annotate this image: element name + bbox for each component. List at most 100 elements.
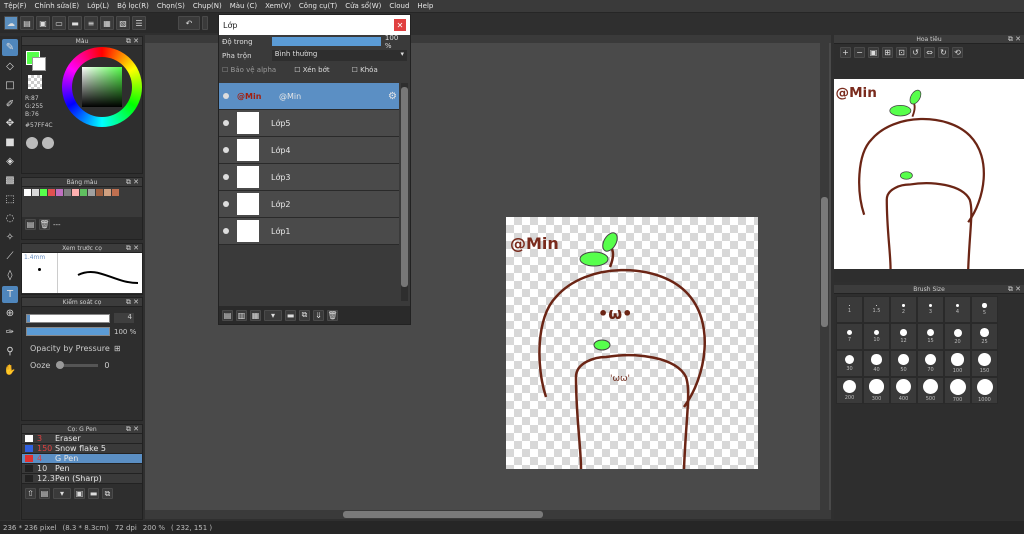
brush-size-value[interactable]: 4 (114, 313, 134, 323)
brush-list-item[interactable]: 3 Eraser (22, 434, 142, 444)
brush-size-cell[interactable]: 100 (944, 350, 971, 377)
menu-item[interactable]: Cửa sổ(W) (341, 2, 385, 10)
pen-tool-icon[interactable]: ✐ (2, 96, 18, 113)
blend-select[interactable]: Bình thường ▾ (271, 50, 407, 61)
palette-swatch[interactable] (48, 189, 55, 196)
add-color-icon[interactable]: ▤ (25, 219, 36, 230)
new-layer-icon[interactable]: ▤ (222, 309, 233, 321)
palette-swatch[interactable] (24, 189, 31, 196)
ooze-slider[interactable] (56, 361, 99, 369)
new-layer-8bit-icon[interactable]: ▥ (236, 309, 247, 321)
palette-swatch[interactable] (80, 189, 87, 196)
brush-size-cell[interactable]: 7 (836, 323, 863, 350)
redo-icon[interactable] (202, 16, 208, 30)
palette-swatch[interactable] (72, 189, 79, 196)
zoom-out-icon[interactable]: − (854, 47, 865, 58)
palette-swatch[interactable] (112, 189, 119, 196)
brush-size-cell[interactable]: 50 (890, 350, 917, 377)
lock-checkbox[interactable]: ☐ Khóa (352, 66, 378, 74)
lasso-tool-icon[interactable]: ◌ (2, 210, 18, 227)
menu-item[interactable]: Cloud (385, 2, 413, 10)
panel-close-icon[interactable]: ⧉ ✕ (126, 425, 139, 434)
brush-size-cell[interactable]: 20 (944, 323, 971, 350)
upload-icon[interactable]: ⇧ (25, 488, 36, 499)
brush-size-cell[interactable]: 3 (917, 296, 944, 323)
zoom-reset-icon[interactable]: ⊡ (896, 47, 907, 58)
palette-settings-icon[interactable] (42, 137, 54, 149)
protect-alpha-checkbox[interactable]: ☐ Bảo vệ alpha (222, 66, 276, 74)
layer-row[interactable]: Lớp5 (219, 110, 399, 137)
rect-tool-icon[interactable]: □ (2, 77, 18, 94)
reset-rotation-icon[interactable]: ⟲ (952, 47, 963, 58)
palette-swatch[interactable] (56, 189, 63, 196)
visibility-eye-icon[interactable] (223, 120, 229, 126)
gear-icon[interactable]: ⚙ (388, 91, 397, 102)
color-square[interactable] (82, 67, 122, 107)
new-file-icon[interactable]: ▤ (20, 16, 34, 30)
brush-menu-icon[interactable]: ▾ (53, 488, 71, 499)
brush-size-cell[interactable]: 5 (971, 296, 998, 323)
layer-row[interactable]: Lớp4 (219, 137, 399, 164)
palette-swatch[interactable] (32, 189, 39, 196)
brush-size-cell[interactable]: 4 (944, 296, 971, 323)
fit-icon[interactable]: ▣ (868, 47, 879, 58)
close-icon[interactable]: ✕ (394, 19, 406, 31)
fill-rect-tool-icon[interactable]: ■ (2, 134, 18, 151)
magic-wand-icon[interactable]: ✧ (2, 229, 18, 246)
visibility-eye-icon[interactable] (223, 228, 229, 234)
palette-swatches[interactable] (22, 187, 142, 217)
divide-tool-icon[interactable]: ✑ (2, 324, 18, 341)
visibility-eye-icon[interactable] (223, 147, 229, 153)
select-tool-icon[interactable]: ⬚ (2, 191, 18, 208)
copy-brush-icon[interactable]: ▣ (74, 488, 85, 499)
expand-icon[interactable]: ⊞ (114, 344, 121, 353)
palette-swatch[interactable] (104, 189, 111, 196)
palette-swatch[interactable] (64, 189, 71, 196)
list-icon[interactable]: ≡ (84, 16, 98, 30)
brush-size-cell[interactable]: 700 (944, 377, 971, 404)
brush-size-cell[interactable]: 2 (890, 296, 917, 323)
brush-size-cell[interactable]: 300 (863, 377, 890, 404)
panel-close-icon[interactable]: ⧉ ✕ (1008, 35, 1021, 44)
panel-close-icon[interactable]: ⧉ ✕ (126, 37, 139, 46)
opacity-pressure-label[interactable]: Opacity by Pressure (30, 344, 110, 353)
menu-item[interactable]: Chụp(N) (189, 2, 226, 10)
brush-opacity-slider[interactable] (26, 327, 110, 336)
merge-layer-icon[interactable]: ⇓ (313, 309, 324, 321)
layer-row[interactable]: @Min @Min ⚙ (219, 83, 399, 110)
cloud-icon[interactable]: ☁ (4, 16, 18, 30)
duplicate-layer-icon[interactable]: ⧉ (299, 309, 310, 321)
eraser-tool-icon[interactable]: ◇ (2, 58, 18, 75)
comment-icon[interactable]: ▭ (52, 16, 66, 30)
bucket-tool-icon[interactable]: ◈ (2, 153, 18, 170)
palette-icon[interactable] (26, 137, 38, 149)
visibility-eye-icon[interactable] (223, 201, 229, 207)
brush-size-cell[interactable]: 200 (836, 377, 863, 404)
visibility-eye-icon[interactable] (223, 93, 229, 99)
undo-icon[interactable]: ↶ (178, 16, 200, 30)
brush-tool-icon[interactable]: ✎ (2, 39, 18, 56)
vertical-scrollbar[interactable] (820, 35, 829, 510)
operation-tool-icon[interactable]: ⊕ (2, 305, 18, 322)
brush-list-item[interactable]: 150 Snow flake 5 (22, 444, 142, 454)
brush-size-cell[interactable]: 400 (890, 377, 917, 404)
select-pen-icon[interactable]: ⟋ (2, 248, 18, 265)
visibility-eye-icon[interactable] (223, 174, 229, 180)
gradient-tool-icon[interactable]: ▩ (2, 172, 18, 189)
palette-swatch[interactable] (96, 189, 103, 196)
brush-list-item[interactable]: 10 Pen (22, 464, 142, 474)
panel-close-icon[interactable]: ⧉ ✕ (1008, 285, 1021, 294)
palette-swatch[interactable] (88, 189, 95, 196)
brush-size-cell[interactable]: 1000 (971, 377, 998, 404)
brush-size-cell[interactable]: 1.5 (863, 296, 890, 323)
delete-color-icon[interactable]: 🗑 (39, 219, 50, 230)
menu-item[interactable]: Màu (C) (226, 2, 261, 10)
menu-item[interactable]: Chọn(S) (153, 2, 189, 10)
text-tool-icon[interactable]: T (2, 286, 18, 303)
panel-close-icon[interactable]: ⧉ ✕ (126, 298, 139, 307)
add-brush-icon[interactable]: ▤ (39, 488, 50, 499)
menu-item[interactable]: Chỉnh sửa(E) (31, 2, 84, 10)
layer-scrollbar[interactable] (401, 83, 408, 301)
panel-close-icon[interactable]: ⧉ ✕ (126, 244, 139, 253)
rotate-right-icon[interactable]: ↻ (938, 47, 949, 58)
